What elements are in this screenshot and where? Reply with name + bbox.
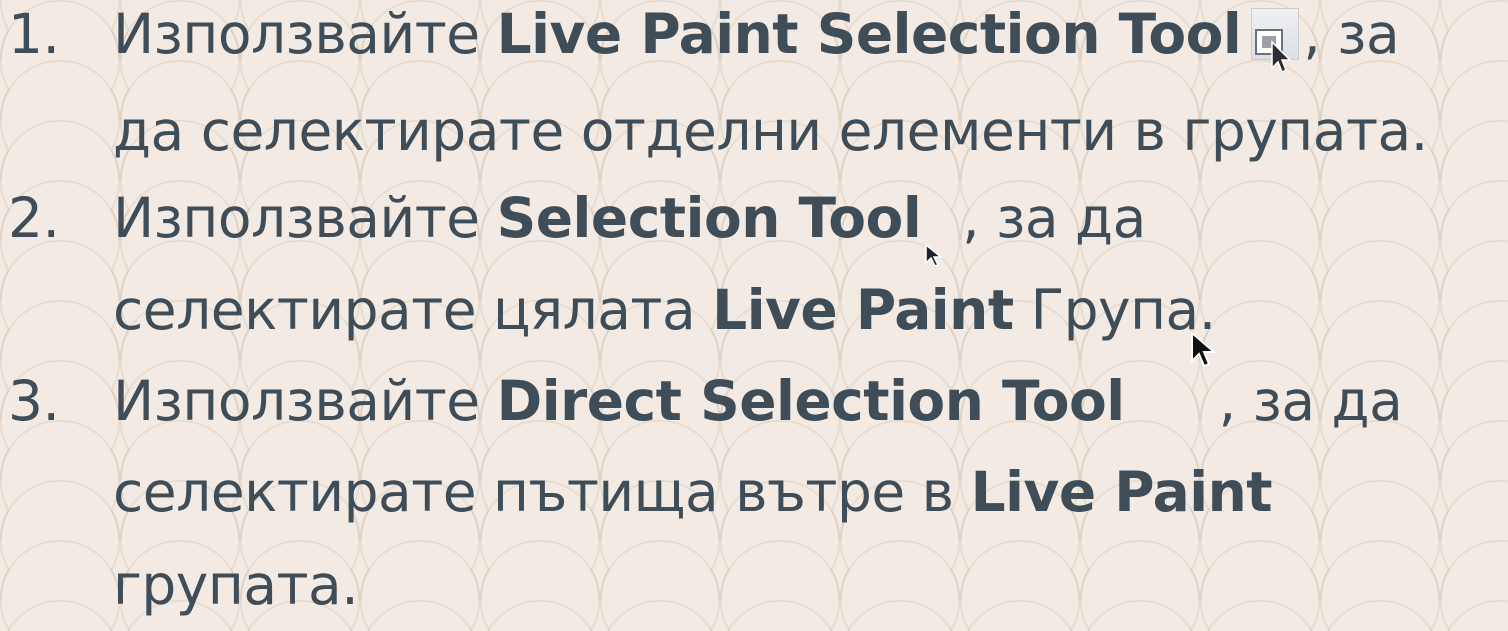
item-3-tool-name: Direct Selection Tool: [496, 369, 1126, 433]
item-2-tool-name: Selection Tool: [496, 186, 922, 250]
item-2-post: , за да: [945, 186, 1146, 250]
live-paint-selection-tool-icon: [1251, 7, 1300, 73]
list-item-2-text: Използвайте Selection Tool , за да: [113, 172, 1146, 267]
item-2-line2-post: Група.: [1013, 278, 1217, 342]
item-1-continuation: да селектирате отделни елементи в групат…: [113, 99, 1428, 163]
item-3-final: групата.: [113, 553, 359, 617]
item-1-tool-name: Live Paint Selection Tool: [496, 2, 1242, 66]
item-1-pre: Използвайте: [113, 2, 497, 66]
item-2-line2-bold: Live Paint: [712, 278, 1014, 342]
selection-tool-arrow-icon: [923, 204, 945, 267]
item-3-line2-pre: селектирате пътища вътре в: [113, 460, 971, 524]
item-2-continuation: селектирате цялата Live Paint Група.: [113, 264, 1216, 356]
item-2-pre: Използвайте: [113, 186, 497, 250]
list-number-3: 3.: [8, 369, 60, 433]
item-3-line2-bold: Live Paint: [970, 460, 1273, 524]
list-number-1: 1.: [8, 2, 60, 66]
item-1-post: , за: [1303, 2, 1400, 66]
mouse-cursor-icon: [1188, 330, 1218, 371]
item-3-post: , за да: [1218, 369, 1403, 433]
list-number-2: 2.: [8, 186, 60, 250]
item-3-pre: Използвайте: [113, 369, 497, 433]
list-item-1-text: Използвайте Live Paint Selection Tool , …: [113, 0, 1400, 80]
item-3-continuation: селектирате пътища вътре в Live Paint: [113, 446, 1273, 538]
item-2-line2-pre: селектирате цялата: [113, 278, 713, 342]
